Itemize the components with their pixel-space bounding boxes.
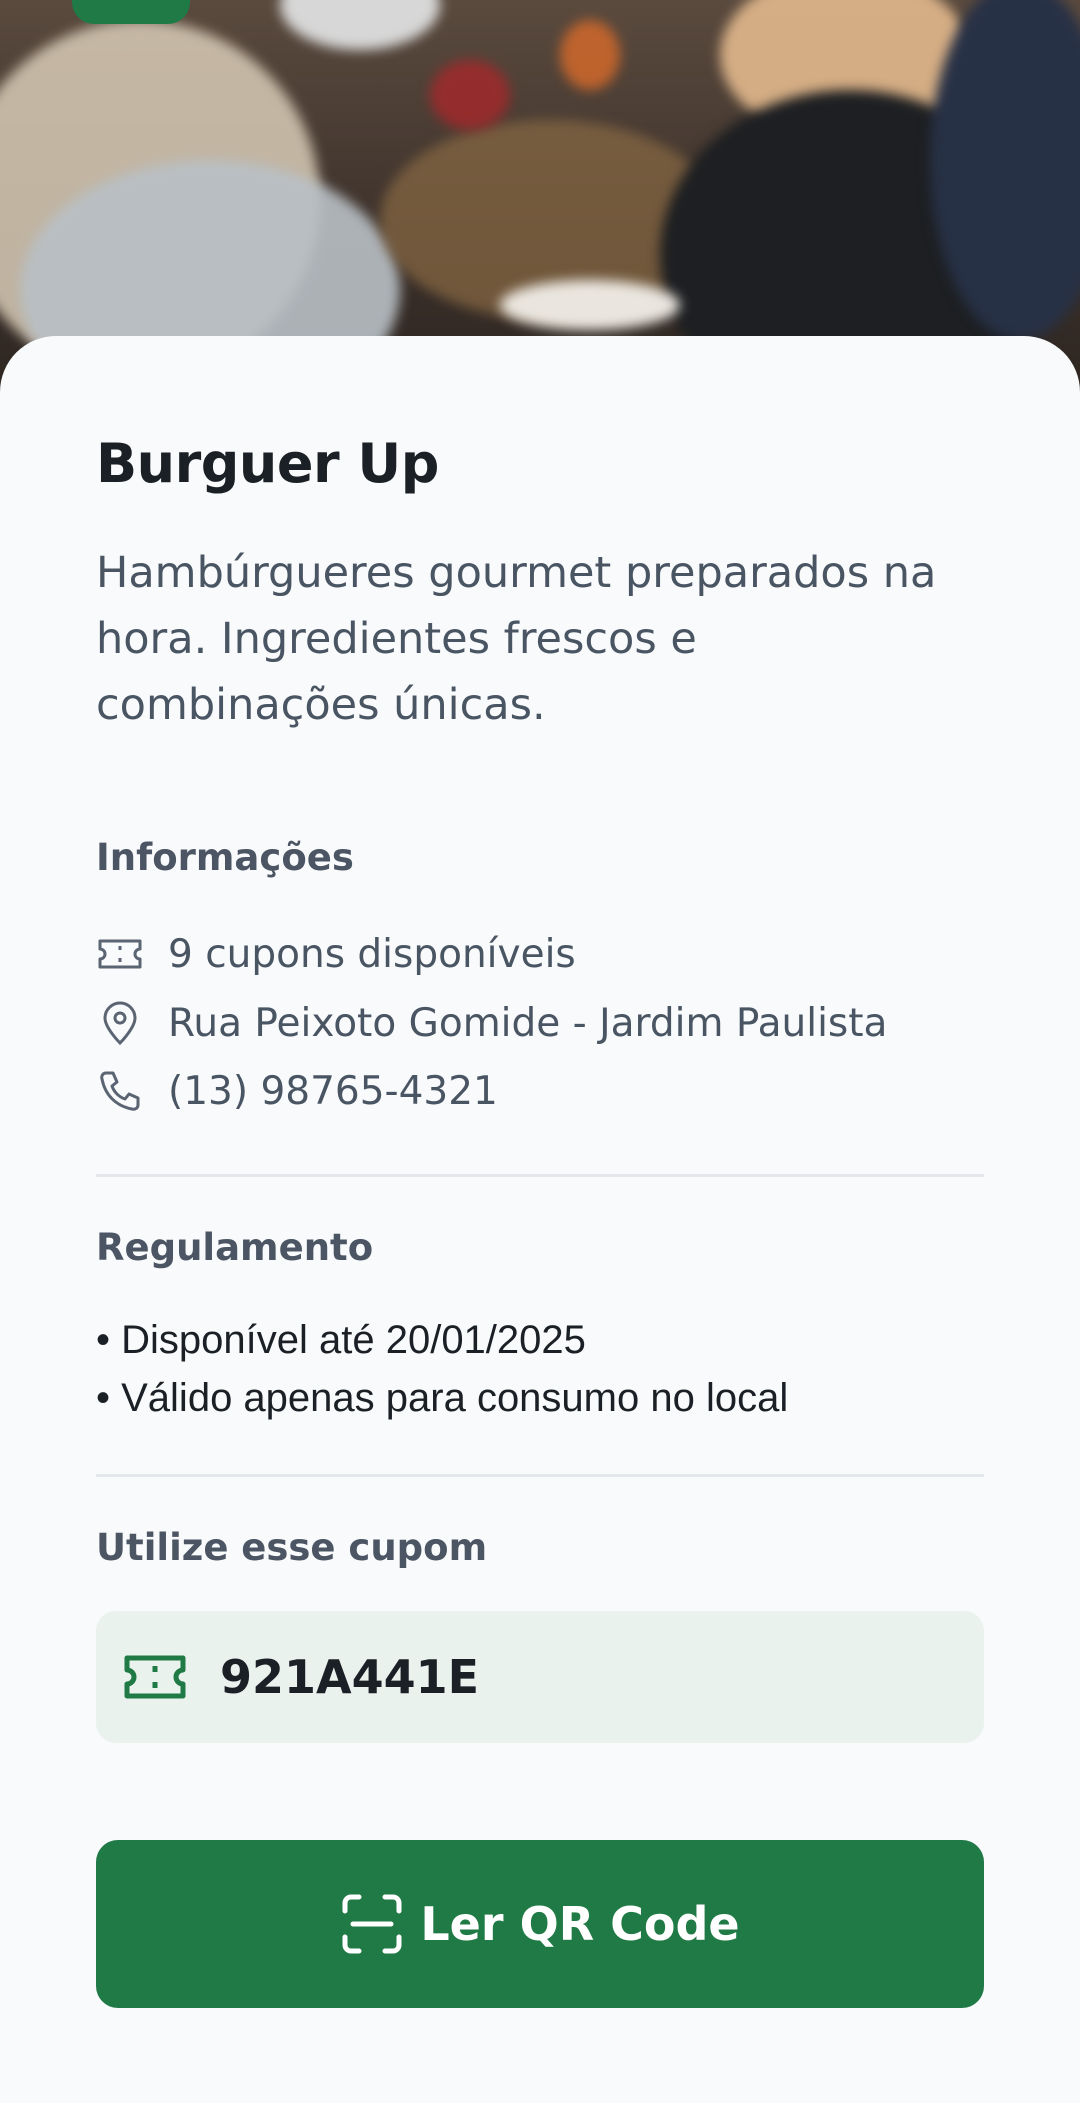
ticket-icon <box>122 1652 188 1702</box>
coupon-code-box[interactable]: 921A441E <box>96 1611 984 1743</box>
rule-item: • Disponível até 20/01/2025 <box>96 1318 586 1362</box>
qr-scan-icon <box>340 1892 404 1956</box>
divider <box>96 1174 984 1177</box>
map-pin-icon <box>96 999 144 1047</box>
divider <box>96 1474 984 1477</box>
phone-text: (13) 98765-4321 <box>168 1068 498 1114</box>
read-qr-code-label: Ler QR Code <box>420 1897 740 1951</box>
coupons-available-text: 9 cupons disponíveis <box>168 931 576 977</box>
coupon-heading: Utilize esse cupom <box>96 1526 488 1569</box>
rule-item: • Válido apenas para consumo no local <box>96 1376 789 1420</box>
address-text: Rua Peixoto Gomide - Jardim Paulista <box>168 1000 888 1046</box>
coupon-code: 921A441E <box>220 1650 480 1704</box>
phone-icon <box>96 1067 144 1115</box>
read-qr-code-button[interactable]: Ler QR Code <box>96 1840 984 2008</box>
restaurant-description: Hambúrgueres gourmet preparados na hora.… <box>96 548 937 730</box>
info-phone-row[interactable]: (13) 98765-4321 <box>96 1061 498 1121</box>
info-coupons-row: 9 cupons disponíveis <box>96 924 576 984</box>
info-address-row[interactable]: Rua Peixoto Gomide - Jardim Paulista <box>96 993 887 1053</box>
ticket-icon <box>96 930 144 978</box>
rules-heading: Regulamento <box>96 1226 374 1269</box>
restaurant-name: Burguer Up <box>96 432 439 495</box>
back-button[interactable] <box>72 0 190 24</box>
info-heading: Informações <box>96 836 354 879</box>
